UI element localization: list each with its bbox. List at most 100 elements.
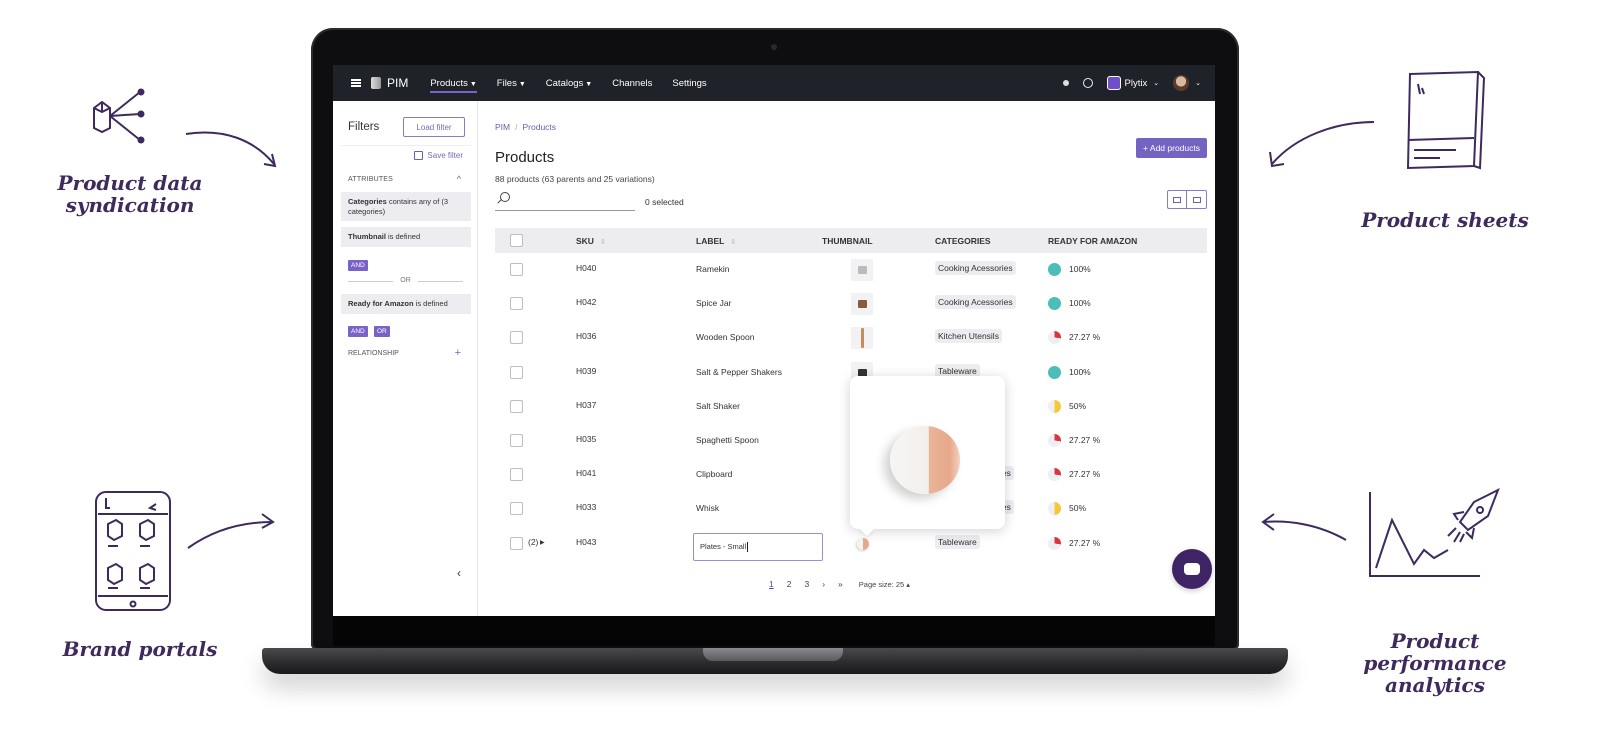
load-filter-button[interactable]: Load filter: [403, 117, 465, 137]
nav-products[interactable]: Products ▼: [430, 77, 478, 93]
search-icon: [500, 192, 510, 202]
view-toggle: [1167, 190, 1207, 209]
label-edit-input[interactable]: Plates - Small: [693, 532, 823, 561]
thumbnail-image[interactable]: [851, 293, 873, 316]
nav-files[interactable]: Files ▼: [497, 78, 526, 89]
sort-icon: ⇕: [599, 239, 606, 246]
notification-dot-icon[interactable]: [1062, 80, 1069, 86]
filters-sidebar: Filters Load filter Save filter ATTRIBUT…: [333, 101, 478, 616]
filter-ready-for-amazon[interactable]: Ready for Amazon is defined: [341, 294, 471, 314]
nav-catalogs[interactable]: Catalogs ▼: [546, 78, 592, 89]
thumbnail-image[interactable]: [851, 327, 873, 350]
category-tag: Kitchen Utensils: [935, 329, 1002, 344]
row-checkbox[interactable]: [510, 297, 523, 311]
table-row[interactable]: H040 Ramekin Cooking Acessories 100%: [495, 253, 1207, 287]
filter-condition: is defined: [385, 232, 421, 241]
expand-arrow-icon[interactable]: ▶: [540, 539, 545, 546]
nav-settings[interactable]: Settings: [672, 78, 706, 89]
user-menu[interactable]: ⌄: [1173, 75, 1201, 91]
add-products-button[interactable]: + Add products: [1136, 138, 1207, 158]
save-filter-button[interactable]: Save filter: [414, 151, 463, 160]
label-cell[interactable]: Wooden Spoon: [696, 332, 754, 342]
label-cell[interactable]: Ramekin: [696, 264, 730, 274]
hamburger-menu-icon[interactable]: [351, 79, 361, 87]
table-row[interactable]: H042 Spice Jar Cooking Acessories 100%: [495, 287, 1207, 321]
save-view-button[interactable]: [1187, 190, 1207, 209]
row-checkbox[interactable]: [510, 365, 523, 379]
analytics-rocket-icon: [1368, 488, 1508, 580]
row-checkbox[interactable]: [510, 263, 523, 276]
chat-button[interactable]: [1172, 549, 1212, 589]
and-button[interactable]: AND: [348, 326, 368, 337]
org-logo-icon: [1106, 76, 1121, 90]
filter-categories[interactable]: Categories contains any of (3 categories…: [341, 192, 471, 221]
label-cell[interactable]: Whisk: [696, 503, 719, 513]
label-cell[interactable]: Spaghetti Spoon: [696, 435, 759, 445]
or-divider: OR: [348, 277, 463, 284]
expand-variations-toggle[interactable]: (2): [528, 537, 538, 547]
chevron-up-icon[interactable]: ^: [457, 174, 461, 184]
annotation-analytics: Product performance analytics: [1363, 629, 1507, 697]
filter-thumbnail[interactable]: Thumbnail is defined: [341, 227, 471, 247]
columns-view-button[interactable]: [1167, 190, 1187, 209]
add-relationship-plus-icon[interactable]: +: [455, 347, 461, 359]
or-button[interactable]: OR: [374, 326, 390, 337]
label-cell[interactable]: Salt & Pepper Shakers: [696, 367, 782, 377]
row-checkbox[interactable]: [510, 536, 523, 550]
label-cell[interactable]: Spice Jar: [696, 298, 731, 308]
select-all-checkbox[interactable]: [510, 234, 523, 247]
next-page-icon[interactable]: ›: [822, 579, 825, 589]
syndication-icon: [88, 86, 150, 146]
and-button[interactable]: AND: [348, 260, 368, 271]
page-3[interactable]: 3: [804, 579, 809, 589]
history-clock-icon[interactable]: [1082, 78, 1093, 88]
readiness-pie-icon: [1048, 502, 1061, 516]
annotation-syndication: Product data syndication: [57, 171, 203, 217]
readiness-pie-icon: [1048, 297, 1061, 311]
thumbnail-glyph: [860, 328, 864, 349]
row-checkbox[interactable]: [510, 434, 523, 447]
column-sku[interactable]: SKU ⇕: [576, 236, 606, 246]
caret-down-icon: ▼: [518, 80, 526, 88]
page-size-select[interactable]: Page size: 25 ▴: [859, 580, 910, 589]
row-checkbox[interactable]: [510, 331, 523, 345]
readiness-percent: 27.27 %: [1069, 332, 1101, 343]
filter-attr: Ready for Amazon: [348, 299, 414, 308]
main-nav: Products ▼ Files ▼ Catalogs ▼ Channels Sett…: [430, 77, 707, 93]
org-switcher[interactable]: Plytix ⌄: [1106, 76, 1159, 90]
thumbnail-image[interactable]: [851, 259, 873, 281]
breadcrumb-pim[interactable]: PIM: [495, 122, 510, 132]
page-1[interactable]: 1: [769, 579, 774, 589]
breadcrumb-products[interactable]: Products: [523, 122, 557, 132]
readiness-pie-icon: [1048, 536, 1061, 550]
filters-title: Filters: [348, 121, 380, 133]
row-checkbox[interactable]: [510, 468, 523, 482]
column-sku-label: SKU: [576, 236, 594, 246]
column-label[interactable]: LABEL ⇕: [696, 236, 736, 246]
collapse-sidebar-icon[interactable]: ‹: [457, 566, 461, 580]
product-sheets-icon: [1400, 70, 1496, 176]
row-checkbox[interactable]: [510, 502, 523, 516]
thumbnail-image[interactable]: [857, 537, 869, 550]
nav-channels[interactable]: Channels: [612, 78, 652, 89]
caret-down-icon: ▼: [585, 80, 593, 88]
sku-cell: H039: [576, 365, 597, 376]
thumbnail-glyph: [857, 300, 867, 309]
app-name[interactable]: PIM: [387, 76, 408, 90]
readiness-pie-icon: [1048, 399, 1061, 413]
search-input[interactable]: [495, 189, 635, 211]
page-2[interactable]: 2: [787, 579, 792, 589]
readiness-percent: 27.27 %: [1069, 469, 1101, 480]
column-label-label: LABEL: [696, 236, 725, 246]
last-page-icon[interactable]: »: [838, 579, 843, 589]
table-row[interactable]: (2) ▶ H043 Plates - Small Tableware 27.27 %: [495, 527, 1207, 561]
topbar-right: Plytix ⌄ ⌄: [1062, 65, 1201, 101]
pim-logo-icon: [371, 77, 381, 89]
nav-products-label: Products: [430, 77, 468, 89]
row-checkbox[interactable]: [510, 399, 523, 413]
label-cell[interactable]: Clipboard: [696, 469, 732, 479]
label-cell[interactable]: Salt Shaker: [696, 401, 740, 411]
readiness-percent: 100%: [1069, 366, 1091, 377]
readiness-pie-icon: [1048, 468, 1061, 482]
table-row[interactable]: H036 Wooden Spoon Kitchen Utensils 27.27 %: [495, 321, 1207, 355]
